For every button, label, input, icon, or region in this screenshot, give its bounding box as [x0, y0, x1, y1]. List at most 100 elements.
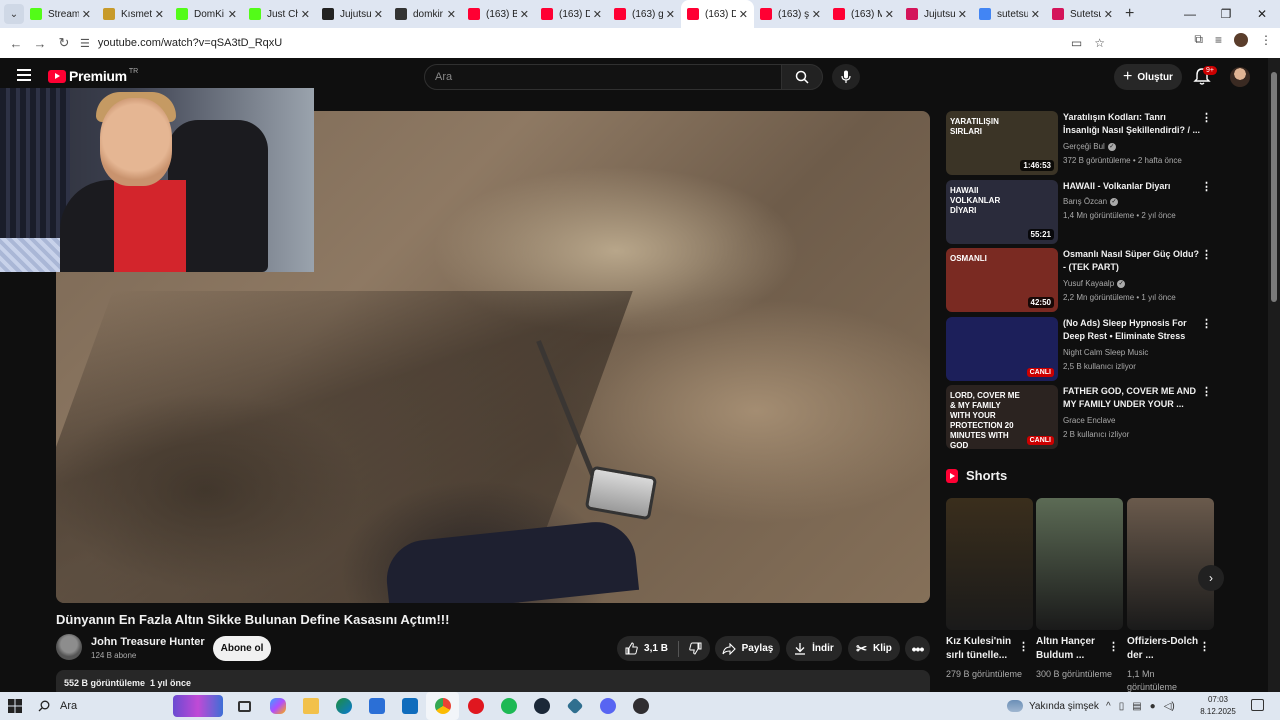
tab-search-button[interactable]: ⌄: [4, 4, 24, 24]
volume-icon[interactable]: ◁): [1164, 701, 1175, 712]
browser-tab[interactable]: domkir ✕: [389, 0, 462, 28]
tab-close-icon[interactable]: ✕: [1031, 8, 1040, 21]
more-vertical-icon[interactable]: ⋮: [1201, 182, 1212, 193]
tab-close-icon[interactable]: ✕: [593, 8, 602, 21]
tab-close-icon[interactable]: ✕: [520, 8, 529, 21]
share-button[interactable]: Paylaş: [715, 636, 780, 661]
close-window-icon[interactable]: ✕: [1244, 0, 1280, 28]
forward-icon[interactable]: →: [28, 36, 52, 51]
create-button[interactable]: + Oluştur: [1114, 64, 1182, 90]
bookmark-star-icon[interactable]: ☆: [1094, 36, 1105, 50]
recommended-video[interactable]: OSMANLI 42:50 Osmanlı Nasıl Süper Güç Ol…: [946, 248, 1214, 312]
tab-close-icon[interactable]: ✕: [666, 8, 675, 21]
description-box[interactable]: 552 B görüntüleme 1 yıl önce: [56, 670, 930, 692]
more-vertical-icon[interactable]: ⋮: [1201, 113, 1212, 124]
file-explorer-icon[interactable]: [294, 692, 327, 720]
tab-close-icon[interactable]: ✕: [82, 8, 91, 21]
tab-close-icon[interactable]: ✕: [447, 8, 456, 21]
obs-icon[interactable]: [624, 692, 657, 720]
opera-icon[interactable]: [459, 692, 492, 720]
restore-icon[interactable]: ❐: [1208, 0, 1244, 28]
tray-chevron-up-icon[interactable]: ^: [1106, 701, 1111, 712]
short-title[interactable]: Kız Kulesi'nin sırlı tünelle...: [946, 635, 1020, 663]
tab-close-icon[interactable]: ✕: [739, 8, 748, 21]
recommended-video[interactable]: YARATILIŞIN SIRLARI 1:46:53 Yaratılışın …: [946, 111, 1214, 175]
short-thumbnail[interactable]: [946, 498, 1033, 630]
short-thumbnail[interactable]: [1127, 498, 1214, 630]
channel-name[interactable]: John Treasure Hunter: [91, 636, 205, 648]
recommended-video[interactable]: CANLI (No Ads) Sleep Hypnosis For Deep R…: [946, 317, 1214, 381]
video-thumbnail[interactable]: OSMANLI 42:50: [946, 248, 1058, 312]
shorts-next-button[interactable]: ›: [1198, 565, 1224, 591]
browser-tab[interactable]: (163) D ✕: [535, 0, 608, 28]
more-vertical-icon[interactable]: ⋮: [1201, 319, 1212, 330]
extensions-icon[interactable]: ⧉: [1194, 32, 1203, 47]
browser-tab[interactable]: DomKi ✕: [170, 0, 243, 28]
vpn-icon[interactable]: [558, 692, 591, 720]
omnibox[interactable]: ☰ youtube.com/watch?v=qSA3tD_RqxU ▭ ☆: [80, 31, 1165, 55]
account-avatar[interactable]: [1230, 67, 1250, 87]
voice-search-button[interactable]: [832, 64, 860, 90]
download-button[interactable]: İndir: [786, 636, 842, 661]
tab-close-icon[interactable]: ✕: [958, 8, 967, 21]
site-info-icon[interactable]: ☰: [80, 37, 90, 50]
chrome-icon[interactable]: [426, 692, 459, 720]
task-view-icon[interactable]: [228, 692, 261, 720]
reading-list-icon[interactable]: ≡: [1215, 33, 1222, 47]
store-icon[interactable]: [360, 692, 393, 720]
tab-close-icon[interactable]: ✕: [301, 8, 310, 21]
weather-widget[interactable]: Yakında şimşek: [1007, 692, 1099, 720]
clip-button[interactable]: ✂ Klip: [848, 636, 900, 661]
edge-icon[interactable]: [327, 692, 360, 720]
tab-close-icon[interactable]: ✕: [1104, 8, 1113, 21]
browser-tab[interactable]: (163) M ✕: [827, 0, 900, 28]
start-button[interactable]: [0, 699, 30, 713]
system-clock[interactable]: 07:03 8.12.2025: [1198, 694, 1238, 718]
browser-tab[interactable]: Jujutsu ✕: [316, 0, 389, 28]
browser-tab[interactable]: Kısmetse✕: [97, 0, 170, 28]
browser-tab[interactable]: Just Ch ✕: [243, 0, 316, 28]
new-tab-icon[interactable]: +: [1125, 5, 1134, 23]
browser-tab[interactable]: Stream ✕: [24, 0, 97, 28]
outlook-icon[interactable]: [393, 692, 426, 720]
video-thumbnail[interactable]: LORD, COVER ME & MY FAMILY WITH YOUR PRO…: [946, 385, 1058, 449]
spotify-icon[interactable]: [492, 692, 525, 720]
browser-tab[interactable]: Sutetsu ✕: [1046, 0, 1119, 28]
microphone-tray-icon[interactable]: ●: [1150, 701, 1156, 712]
reload-icon[interactable]: ↻: [52, 35, 76, 51]
recommended-video[interactable]: HAWAII VOLKANLAR DİYARI 55:21 HAWAII - V…: [946, 180, 1214, 244]
search-button[interactable]: [781, 64, 823, 90]
discord-icon[interactable]: [591, 692, 624, 720]
short-more-vertical-icon[interactable]: ⋮: [1108, 640, 1119, 653]
tab-close-icon[interactable]: ✕: [885, 8, 894, 21]
menu-icon[interactable]: [17, 69, 31, 81]
tab-close-icon[interactable]: ✕: [155, 8, 164, 21]
minimize-icon[interactable]: —: [1172, 0, 1208, 28]
page-scrollbar[interactable]: [1268, 58, 1280, 692]
search-highlight-image[interactable]: [173, 695, 223, 717]
channel-avatar[interactable]: [56, 634, 82, 660]
search-input[interactable]: Ara: [424, 64, 782, 90]
back-icon[interactable]: ←: [4, 36, 28, 51]
browser-tab[interactable]: (163) D ✕: [681, 0, 754, 28]
youtube-logo[interactable]: Premium TR: [48, 68, 138, 84]
video-thumbnail[interactable]: CANLI: [946, 317, 1058, 381]
steam-icon[interactable]: [525, 692, 558, 720]
short-more-vertical-icon[interactable]: ⋮: [1199, 640, 1210, 653]
tab-close-icon[interactable]: ✕: [374, 8, 383, 21]
more-actions-button[interactable]: •••: [905, 636, 930, 661]
browser-tab[interactable]: Jujutsu ✕: [900, 0, 973, 28]
more-vertical-icon[interactable]: ⋮: [1201, 387, 1212, 398]
like-button[interactable]: 3,1 B: [625, 642, 668, 655]
taskbar-search[interactable]: Ara: [30, 692, 165, 720]
short-title[interactable]: Offiziers-Dolch der ...: [1127, 635, 1201, 663]
short-thumbnail[interactable]: [1036, 498, 1123, 630]
cast-icon[interactable]: ▭: [1071, 36, 1082, 50]
recommended-video[interactable]: LORD, COVER ME & MY FAMILY WITH YOUR PRO…: [946, 385, 1214, 449]
short-title[interactable]: Altın Hançer Buldum ...: [1036, 635, 1110, 663]
video-thumbnail[interactable]: HAWAII VOLKANLAR DİYARI 55:21: [946, 180, 1058, 244]
tab-close-icon[interactable]: ✕: [812, 8, 821, 21]
subscribe-button[interactable]: Abone ol: [213, 636, 271, 661]
tab-close-icon[interactable]: ✕: [228, 8, 237, 21]
short-more-vertical-icon[interactable]: ⋮: [1018, 640, 1029, 653]
